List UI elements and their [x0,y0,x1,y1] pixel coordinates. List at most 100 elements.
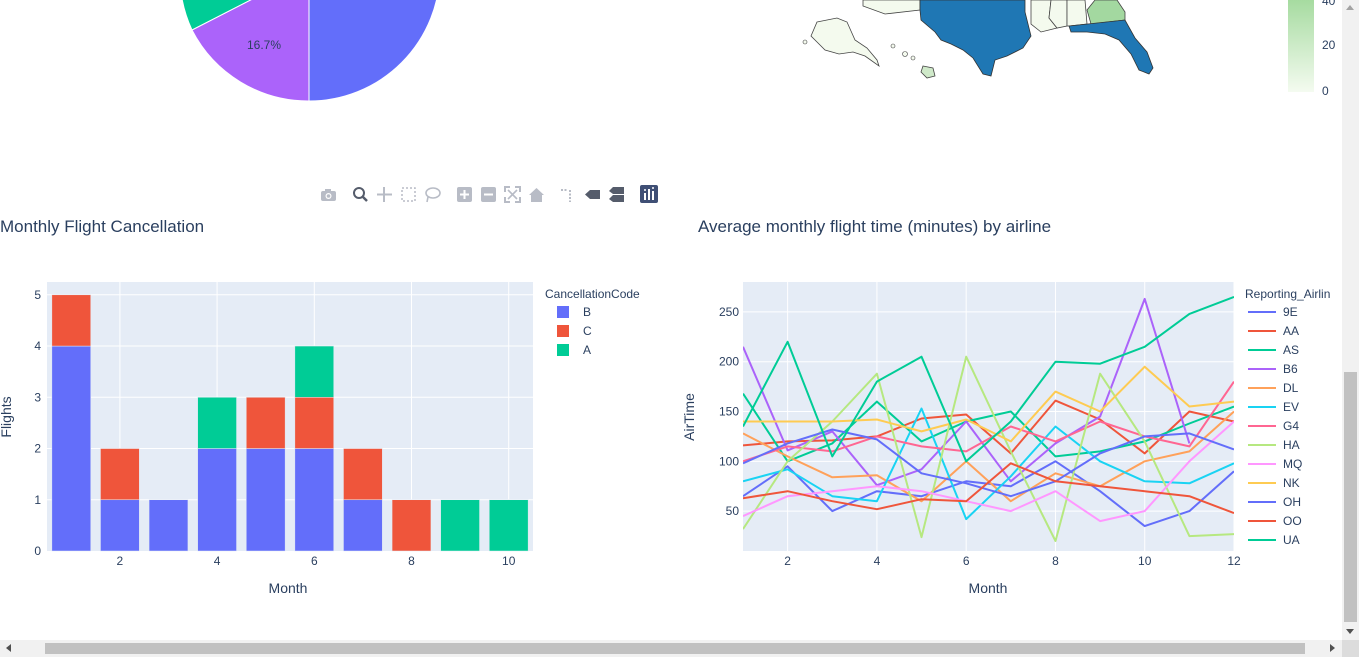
line-legend-item-AS[interactable]: AS [1248,343,1299,357]
bar-x-tick-label: 8 [408,554,415,568]
bar-B-month-2[interactable] [100,499,140,552]
scroll-down-arrow-icon[interactable] [1346,629,1354,634]
bar-legend[interactable]: BCA [557,305,592,357]
scroll-right-arrow-icon[interactable] [1330,644,1335,652]
line-legend-label: AA [1283,324,1299,338]
line-y-tick-label: 200 [719,355,739,369]
bar-C-month-8[interactable] [391,499,432,552]
bar-A-month-10[interactable] [489,499,529,552]
bar-y-axis-title: Flights [0,396,14,437]
bar-y-tick-label: 2 [34,442,41,456]
line-x-tick-label: 12 [1227,554,1241,568]
bar-B-month-1[interactable] [51,345,91,552]
bar-y-tick-label: 4 [34,339,41,353]
map-state-florida[interactable] [1068,19,1154,75]
bar-legend-item-C[interactable]: C [557,324,592,338]
bar-C-month-7[interactable] [343,448,383,501]
choropleth-map[interactable] [795,0,1195,110]
bar-C-month-2[interactable] [100,448,140,501]
line-legend-item-UA[interactable]: UA [1248,533,1300,547]
line-legend-title: Reporting_Airlin [1245,287,1330,301]
line-legend-item-OO[interactable]: OO [1248,514,1302,528]
bar-x-tick-label: 4 [214,554,221,568]
line-legend-label: OH [1283,495,1301,509]
bar-chart-title: Monthly Flight Cancellation [0,217,204,236]
bar-legend-label: A [583,343,591,357]
line-y-tick-label: 50 [726,504,740,518]
bar-y-tick-label: 0 [34,544,41,558]
bar-A-month-4[interactable] [197,397,237,449]
bar-C-month-6[interactable] [294,397,334,449]
bar-B-month-4[interactable] [197,448,237,552]
bar-legend-label: B [583,305,591,319]
map-island [902,51,908,57]
line-legend-item-G4[interactable]: G4 [1248,419,1299,433]
bar-legend-label: C [583,324,592,338]
pie-chart[interactable]: 16.7% [0,0,640,180]
line-legend-label: MQ [1283,457,1302,471]
vertical-scrollbar-thumb[interactable] [1344,372,1357,622]
line-legend-item-EV[interactable]: EV [1248,400,1299,414]
scroll-left-arrow-icon[interactable] [6,644,11,652]
line-legend-label: NK [1283,476,1300,490]
line-legend-label: UA [1283,533,1300,547]
bar-B-month-7[interactable] [343,499,383,552]
line-legend-label: DL [1283,381,1299,395]
bar-x-axis-title: Month [269,580,308,596]
line-legend-item-MQ[interactable]: MQ [1248,457,1302,471]
bar-x-tick-label: 6 [311,554,318,568]
pie-slice-blue[interactable] [308,0,440,102]
bar-x-tick-label: 10 [502,554,516,568]
colorbar-tick: 40 [1322,0,1336,8]
bar-x-tick-label: 2 [117,554,124,568]
bar-x-ticks: 2 4 6 8 10 [117,554,516,568]
line-x-tick-label: 6 [963,554,970,568]
map-hawaii[interactable] [920,65,936,79]
line-y-ticks: 50 100 150 200 250 [719,305,739,518]
line-legend-label: 9E [1283,305,1298,319]
line-x-ticks: 2 4 6 8 10 12 [784,554,1241,568]
line-legend-label: HA [1283,438,1300,452]
bar-C-month-1[interactable] [51,294,91,347]
line-y-tick-label: 100 [719,454,739,468]
bar-legend-item-A[interactable]: A [557,343,591,357]
horizontal-scrollbar-thumb[interactable] [45,643,1305,654]
map-state-texas[interactable] [919,0,1032,77]
scroll-up-arrow-icon[interactable] [1346,5,1354,10]
line-legend-label: EV [1283,400,1299,414]
line-y-tick-label: 150 [719,405,739,419]
line-x-axis-title: Month [969,580,1008,596]
line-chart-title: Average monthly flight time (minutes) by… [698,217,1051,236]
map-island [802,39,808,45]
line-x-tick-label: 4 [874,554,881,568]
bar-C-month-5[interactable] [246,397,286,449]
line-legend-item-9E[interactable]: 9E [1248,305,1298,319]
line-legend-item-OH[interactable]: OH [1248,495,1301,509]
bar-A-month-9[interactable] [440,499,480,552]
line-legend-item-AA[interactable]: AA [1248,324,1299,338]
bar-B-month-6[interactable] [294,448,334,552]
bar-B-month-5[interactable] [246,448,286,552]
bar-B-month-3[interactable] [148,499,189,552]
map-state-alaska[interactable] [810,17,880,68]
bar-chart[interactable]: Monthly Flight Cancellation 0 1 2 3 4 5 2 4 6 8 1… [0,200,680,620]
line-legend-item-NK[interactable]: NK [1248,476,1300,490]
hover-closest-icon[interactable] [585,190,600,199]
map-state-light[interactable] [862,0,921,15]
pie-slices[interactable] [180,0,440,102]
map-state-alabama[interactable] [1066,0,1088,27]
legend-swatch [557,306,569,318]
line-x-tick-label: 2 [784,554,791,568]
scrollbar-corner [1342,640,1359,657]
line-legend-item-HA[interactable]: HA [1248,438,1300,452]
legend-swatch [557,325,569,337]
line-legend-item-DL[interactable]: DL [1248,381,1299,395]
bar-A-month-6[interactable] [294,345,334,398]
line-legend-item-B6[interactable]: B6 [1248,362,1298,376]
bar-y-tick-label: 5 [34,288,41,302]
line-chart[interactable]: Average monthly flight time (minutes) by… [680,200,1342,620]
bar-legend-item-B[interactable]: B [557,305,591,319]
line-legend-label: AS [1283,343,1299,357]
line-legend[interactable]: 9E AA AS B6 DL EV G4 HA MQ NK OH OO UA [1248,305,1302,547]
colorbar [1288,0,1314,92]
